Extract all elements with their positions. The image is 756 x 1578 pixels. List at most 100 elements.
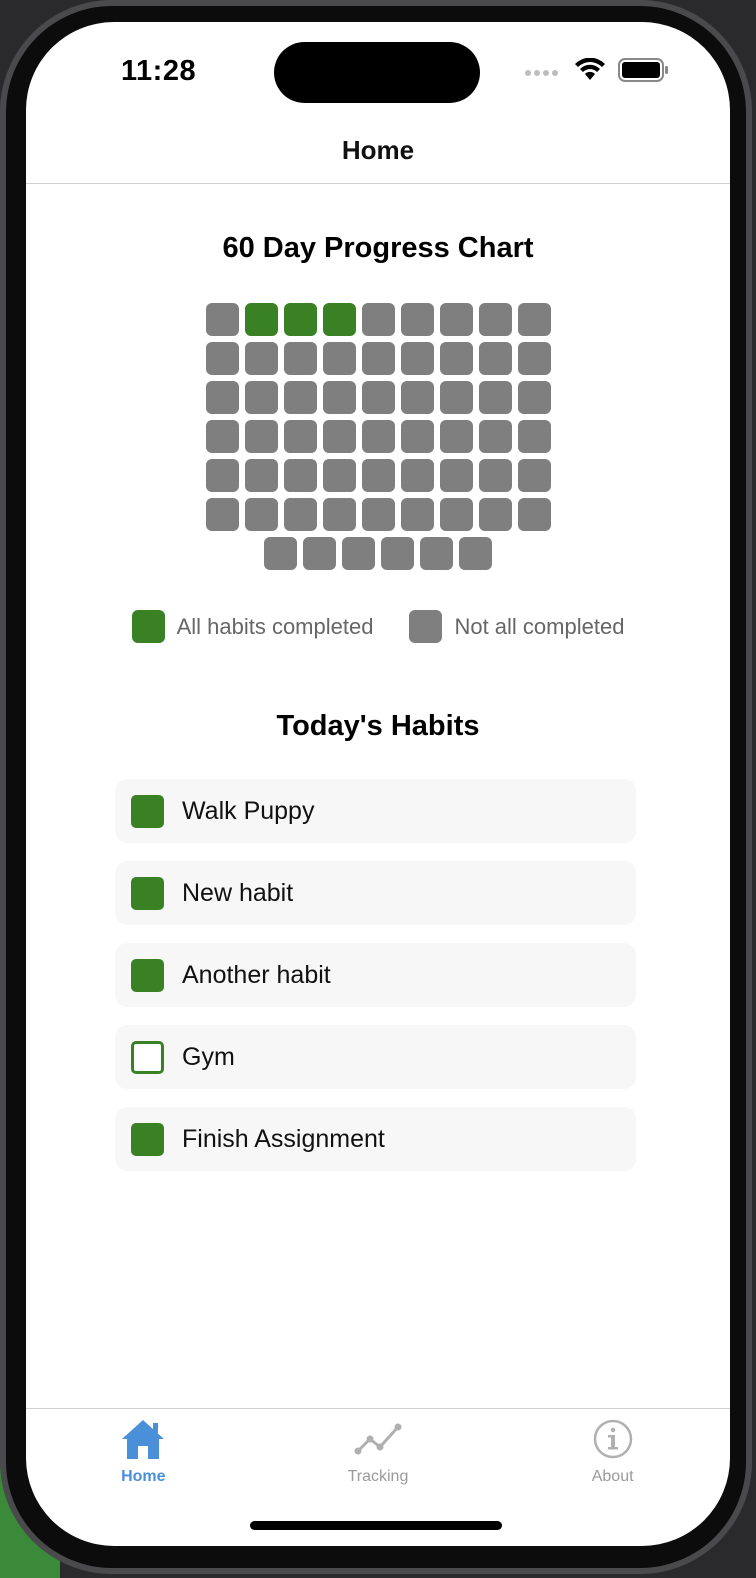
habit-row[interactable]: New habit — [115, 861, 636, 925]
habit-row[interactable]: Walk Puppy — [115, 779, 636, 843]
progress-day-cell — [244, 420, 278, 453]
progress-day-cell — [244, 381, 278, 414]
tab-about[interactable]: About — [533, 1417, 693, 1489]
progress-day-cell — [205, 459, 239, 492]
tab-about-label: About — [591, 1468, 634, 1485]
progress-day-cell — [517, 498, 551, 531]
tab-tracking[interactable]: Tracking — [298, 1417, 458, 1489]
progress-day-cell — [244, 498, 278, 531]
nav-divider — [26, 183, 730, 184]
progress-day-cell — [478, 459, 512, 492]
progress-day-cell — [517, 420, 551, 453]
progress-day-cell — [361, 420, 395, 453]
progress-day-cell — [420, 537, 453, 570]
legend-swatch-not-completed — [409, 610, 443, 643]
wifi-icon — [574, 57, 606, 87]
progress-day-cell — [439, 498, 473, 531]
progress-day-cell — [517, 303, 551, 336]
progress-day-cell — [478, 420, 512, 453]
progress-day-cell — [361, 342, 395, 375]
progress-day-cell — [205, 498, 239, 531]
progress-day-cell — [517, 459, 551, 492]
progress-day-cell — [264, 537, 297, 570]
habit-label: New habit — [182, 878, 294, 907]
app-screen: 11:28 Home 60 Day Progress Chart All hab… — [26, 22, 730, 1546]
legend-swatch-completed — [131, 610, 165, 643]
info-icon — [589, 1417, 637, 1466]
home-indicator — [250, 1521, 502, 1530]
progress-day-cell — [205, 420, 239, 453]
progress-day-cell — [205, 342, 239, 375]
progress-day-cell — [361, 459, 395, 492]
status-icons — [524, 57, 670, 87]
tab-tracking-label: Tracking — [347, 1468, 409, 1485]
progress-day-cell — [381, 537, 414, 570]
progress-day-cell — [517, 381, 551, 414]
progress-day-cell — [283, 342, 317, 375]
habit-checkbox[interactable] — [131, 1040, 164, 1074]
progress-chart-grid — [26, 22, 730, 622]
habit-label: Another habit — [182, 960, 331, 989]
nav-title: Home — [341, 135, 415, 165]
progress-day-cell — [478, 342, 512, 375]
progress-day-cell — [478, 381, 512, 414]
tab-bar-divider — [26, 1408, 730, 1409]
habit-row[interactable]: Another habit — [115, 943, 636, 1007]
legend-label-not-completed: Not all completed — [454, 613, 625, 639]
progress-day-cell — [439, 303, 473, 336]
progress-day-cell — [322, 381, 356, 414]
progress-day-cell — [283, 498, 317, 531]
progress-day-cell — [400, 459, 434, 492]
habit-row[interactable]: Gym — [115, 1025, 636, 1089]
legend-label-completed: All habits completed — [176, 613, 374, 639]
habit-label: Finish Assignment — [182, 1124, 385, 1153]
progress-day-cell — [205, 303, 239, 336]
progress-day-cell — [478, 303, 512, 336]
house-icon — [119, 1417, 167, 1466]
habit-checkbox[interactable] — [131, 794, 164, 828]
tab-home-label: Home — [121, 1468, 166, 1485]
progress-day-cell — [283, 420, 317, 453]
progress-day-cell — [205, 381, 239, 414]
progress-day-cell — [439, 459, 473, 492]
habit-row[interactable]: Finish Assignment — [115, 1107, 636, 1171]
habit-label: Gym — [182, 1042, 235, 1071]
progress-day-cell — [459, 537, 492, 570]
progress-day-cell — [361, 498, 395, 531]
habit-checkbox[interactable] — [131, 876, 164, 910]
progress-day-cell — [322, 498, 356, 531]
progress-day-cell — [283, 303, 317, 336]
progress-day-cell — [283, 381, 317, 414]
progress-day-cell — [400, 342, 434, 375]
progress-day-cell — [361, 303, 395, 336]
habits-title: Today's Habits — [276, 710, 480, 742]
legend-item-completed: All habits completed — [131, 610, 374, 643]
progress-day-cell — [303, 537, 336, 570]
tab-bar: Home Tracking About — [26, 1417, 730, 1489]
habit-checkbox[interactable] — [131, 1122, 164, 1156]
progress-day-cell — [439, 342, 473, 375]
signal-icon — [524, 64, 562, 82]
progress-day-cell — [478, 498, 512, 531]
progress-day-cell — [439, 381, 473, 414]
progress-day-cell — [400, 303, 434, 336]
habit-checkbox[interactable] — [131, 958, 164, 992]
progress-day-cell — [342, 537, 375, 570]
progress-day-cell — [322, 303, 356, 336]
tab-home[interactable]: Home — [63, 1417, 223, 1489]
habit-list: Walk Puppy New habit Another habit Gym F… — [115, 779, 636, 1189]
progress-day-cell — [361, 381, 395, 414]
progress-day-cell — [283, 459, 317, 492]
progress-day-cell — [400, 420, 434, 453]
progress-day-cell — [517, 342, 551, 375]
progress-day-cell — [322, 342, 356, 375]
battery-icon — [618, 58, 670, 87]
habit-label: Walk Puppy — [182, 796, 315, 825]
chart-title: 60 Day Progress Chart — [222, 232, 534, 264]
chart-line-icon — [354, 1417, 402, 1466]
progress-day-cell — [322, 459, 356, 492]
status-time: 11:28 — [121, 55, 197, 87]
chart-legend: All habits completed Not all completed — [26, 610, 730, 643]
progress-day-cell — [400, 381, 434, 414]
legend-item-not-completed: Not all completed — [409, 610, 624, 643]
